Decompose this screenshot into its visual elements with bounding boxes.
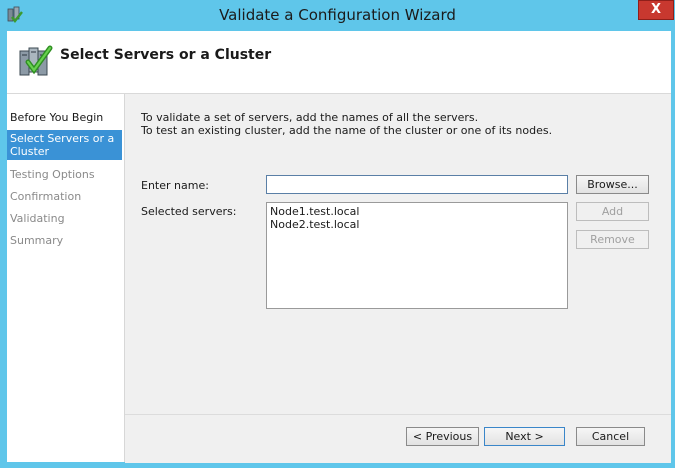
nav-step-confirmation: Confirmation bbox=[10, 190, 82, 203]
remove-button[interactable]: Remove bbox=[576, 230, 649, 249]
instructions: To validate a set of servers, add the na… bbox=[141, 111, 552, 137]
close-icon: X bbox=[650, 2, 662, 17]
nav-step-before-you-begin[interactable]: Before You Begin bbox=[7, 111, 122, 124]
cancel-button[interactable]: Cancel bbox=[576, 427, 645, 446]
close-button[interactable]: X bbox=[638, 0, 674, 20]
previous-button[interactable]: < Previous bbox=[406, 427, 479, 446]
enter-name-input[interactable] bbox=[266, 175, 568, 194]
browse-button[interactable]: Browse... bbox=[576, 175, 649, 194]
wizard-client-area: Select Servers or a Cluster Before You B… bbox=[7, 31, 671, 463]
page-content: To validate a set of servers, add the na… bbox=[125, 94, 671, 414]
title-bar[interactable]: Validate a Configuration Wizard X bbox=[0, 0, 675, 30]
list-item[interactable]: Node1.test.local bbox=[270, 205, 564, 218]
wizard-header: Select Servers or a Cluster bbox=[7, 31, 671, 94]
nav-step-select-servers[interactable]: Select Servers or a Cluster bbox=[7, 130, 122, 160]
validate-servers-icon bbox=[19, 45, 53, 76]
wizard-page: To validate a set of servers, add the na… bbox=[125, 94, 671, 463]
wizard-window: Validate a Configuration Wizard X Select… bbox=[0, 0, 675, 468]
selected-servers-list[interactable]: Node1.test.local Node2.test.local bbox=[266, 202, 568, 309]
selected-servers-label: Selected servers: bbox=[141, 205, 237, 218]
window-title: Validate a Configuration Wizard bbox=[219, 6, 456, 24]
instruction-line-1: To validate a set of servers, add the na… bbox=[141, 111, 479, 124]
instruction-line-2: To test an existing cluster, add the nam… bbox=[141, 124, 553, 137]
add-button[interactable]: Add bbox=[576, 202, 649, 221]
enter-name-label: Enter name: bbox=[141, 179, 209, 192]
nav-step-summary: Summary bbox=[10, 234, 64, 247]
list-item[interactable]: Node2.test.local bbox=[270, 218, 564, 231]
page-title: Select Servers or a Cluster bbox=[60, 47, 272, 63]
wizard-footer: < Previous Next > Cancel bbox=[125, 414, 671, 463]
next-button[interactable]: Next > bbox=[484, 427, 565, 446]
nav-step-validating: Validating bbox=[10, 212, 65, 225]
nav-step-testing-options: Testing Options bbox=[10, 168, 95, 181]
wizard-steps-nav: Before You Begin Select Servers or a Clu… bbox=[7, 94, 125, 462]
